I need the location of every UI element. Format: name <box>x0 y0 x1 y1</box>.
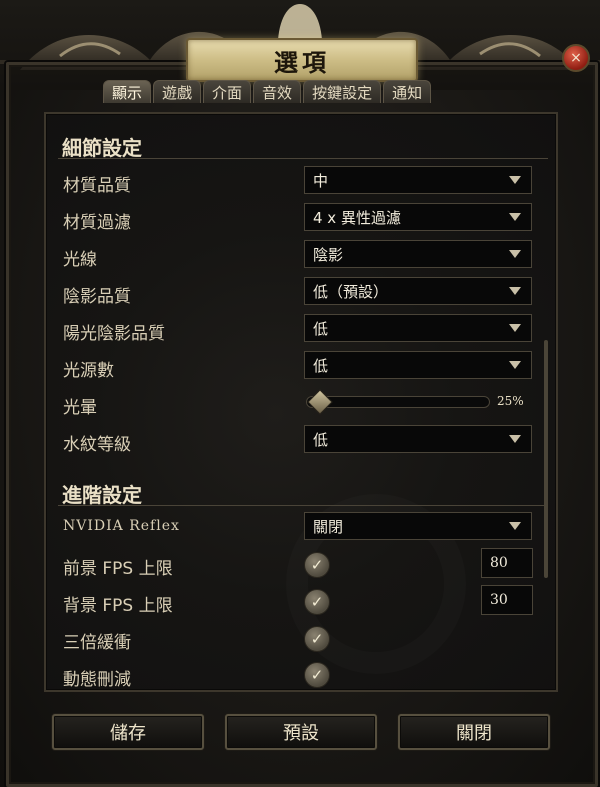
texture-filtering-value: 4 x 異性過濾 <box>313 208 401 227</box>
tab-keybindings[interactable]: 按鍵設定 <box>303 80 382 103</box>
save-button[interactable]: 儲存 <box>52 714 204 750</box>
close-button[interactable]: 關閉 <box>398 714 550 750</box>
water-detail-value: 低 <box>313 430 329 449</box>
ray-tracing-dropdown[interactable]: 陰影 <box>304 240 532 268</box>
tab-notifications[interactable]: 通知 <box>383 80 432 103</box>
chevron-down-icon <box>509 361 521 369</box>
shadow-quality-label: 陰影品質 <box>63 287 131 307</box>
sun-shadow-quality-dropdown[interactable]: 低 <box>304 314 532 342</box>
light-sources-dropdown[interactable]: 低 <box>304 351 532 379</box>
nvidia-reflex-label: NVIDIA Reflex <box>63 518 180 534</box>
section-divider <box>58 158 548 159</box>
texture-quality-value: 中 <box>313 171 329 190</box>
chevron-down-icon <box>509 176 521 184</box>
water-detail-label: 水紋等級 <box>63 435 131 455</box>
texture-quality-dropdown[interactable]: 中 <box>304 166 532 194</box>
bloom-label: 光暈 <box>63 398 97 418</box>
nvidia-reflex-value: 關閉 <box>313 517 344 536</box>
dynamic-culling-checkbox[interactable]: ✓ <box>304 662 330 688</box>
triple-buffering-checkbox[interactable]: ✓ <box>304 626 330 652</box>
tab-game[interactable]: 遊戲 <box>153 80 202 103</box>
ray-tracing-label: 光線 <box>63 250 97 270</box>
detail-section-title: 細節設定 <box>62 136 142 160</box>
close-icon[interactable]: × <box>562 44 590 72</box>
chevron-down-icon <box>509 287 521 295</box>
window-title: 選項 <box>274 47 330 77</box>
shadow-quality-value: 低（預設） <box>313 282 389 301</box>
chevron-down-icon <box>509 213 521 221</box>
shadow-quality-dropdown[interactable]: 低（預設） <box>304 277 532 305</box>
background-fps-input[interactable]: 30 <box>481 585 533 615</box>
foreground-fps-label: 前景 FPS 上限 <box>63 559 173 579</box>
light-sources-label: 光源數 <box>63 361 114 381</box>
section-divider <box>58 505 548 506</box>
foreground-fps-input[interactable]: 80 <box>481 548 533 578</box>
sun-shadow-quality-value: 低 <box>313 319 329 338</box>
defaults-button[interactable]: 預設 <box>225 714 377 750</box>
tab-bar: 顯示 遊戲 介面 音效 按鍵設定 通知 <box>103 80 432 104</box>
texture-filtering-label: 材質過濾 <box>63 213 131 233</box>
bloom-value: 25% <box>497 394 524 408</box>
ray-tracing-value: 陰影 <box>313 245 344 264</box>
sun-shadow-quality-label: 陽光陰影品質 <box>63 324 165 344</box>
light-sources-value: 低 <box>313 356 329 375</box>
background-fps-label: 背景 FPS 上限 <box>63 596 173 616</box>
tab-display[interactable]: 顯示 <box>103 80 152 103</box>
tab-audio[interactable]: 音效 <box>253 80 302 103</box>
bloom-slider[interactable] <box>306 396 490 408</box>
options-window: 選項 × 顯示 遊戲 介面 音效 按鍵設定 通知 細節設定 材質品質 中 材質過… <box>0 0 600 787</box>
water-detail-dropdown[interactable]: 低 <box>304 425 532 453</box>
nvidia-reflex-dropdown[interactable]: 關閉 <box>304 512 532 540</box>
panel-scrollbar[interactable] <box>544 340 548 578</box>
title-plate: 選項 <box>186 38 418 82</box>
foreground-fps-checkbox[interactable]: ✓ <box>304 552 330 578</box>
chevron-down-icon <box>509 435 521 443</box>
texture-quality-label: 材質品質 <box>63 176 131 196</box>
chevron-down-icon <box>509 324 521 332</box>
triple-buffering-label: 三倍緩衝 <box>63 633 131 653</box>
advanced-section-title: 進階設定 <box>62 483 142 507</box>
chevron-down-icon <box>509 522 521 530</box>
background-fps-checkbox[interactable]: ✓ <box>304 589 330 615</box>
texture-filtering-dropdown[interactable]: 4 x 異性過濾 <box>304 203 532 231</box>
chevron-down-icon <box>509 250 521 258</box>
dynamic-culling-label: 動態刪減 <box>63 670 131 690</box>
tab-interface[interactable]: 介面 <box>203 80 252 103</box>
